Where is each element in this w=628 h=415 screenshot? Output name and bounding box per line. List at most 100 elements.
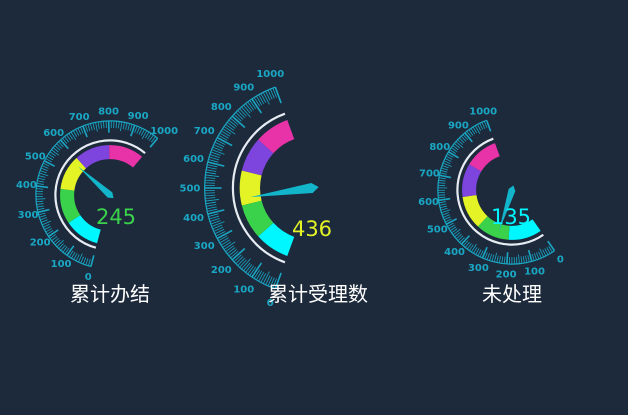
minor-tick <box>487 253 489 260</box>
minor-tick <box>256 96 261 105</box>
minor-tick <box>494 253 496 262</box>
minor-tick <box>261 94 266 103</box>
tick-label: 200 <box>211 265 232 276</box>
tick-label: 300 <box>18 210 39 221</box>
minor-tick <box>206 172 216 173</box>
gauge-band <box>250 173 252 203</box>
minor-tick <box>93 123 95 130</box>
major-tick <box>49 230 59 237</box>
minor-tick <box>441 208 448 210</box>
minor-tick <box>36 201 43 202</box>
tick-label: 900 <box>128 111 149 122</box>
minor-tick <box>263 92 269 104</box>
minor-tick <box>440 206 447 208</box>
tick-label: 400 <box>16 180 37 191</box>
minor-tick <box>238 258 245 265</box>
minor-tick <box>41 168 48 171</box>
minor-tick <box>41 220 48 223</box>
minor-tick <box>37 183 44 184</box>
gauge-value: 436 <box>292 217 332 241</box>
minor-tick <box>497 256 498 263</box>
minor-tick <box>221 240 230 245</box>
minor-tick <box>205 197 215 198</box>
minor-tick <box>37 206 44 207</box>
tick-label: 500 <box>25 152 46 163</box>
minor-tick <box>220 133 229 138</box>
tick-label: 100 <box>524 267 545 278</box>
tick-label: 500 <box>180 184 201 195</box>
tick-label: 600 <box>183 154 204 165</box>
minor-tick <box>101 121 102 128</box>
gauge-center: 01002003004005006007008009001000436累计受理数 <box>180 69 368 309</box>
minor-tick <box>438 183 445 184</box>
minor-tick <box>226 246 234 252</box>
minor-tick <box>229 249 237 255</box>
minor-tick <box>480 123 483 129</box>
major-tick <box>67 246 74 256</box>
minor-tick <box>261 273 266 282</box>
minor-tick <box>116 121 117 128</box>
minor-tick <box>36 199 45 200</box>
gauges-svg: 01002003004005006007008009001000245累计办结 … <box>0 0 628 411</box>
minor-tick <box>521 256 522 263</box>
minor-tick <box>444 217 450 220</box>
minor-tick <box>44 226 50 229</box>
minor-tick <box>207 167 217 169</box>
tick-label: 600 <box>43 128 64 139</box>
minor-tick <box>90 124 92 131</box>
minor-tick <box>439 202 446 203</box>
minor-tick <box>223 242 231 248</box>
dashboard-stage: 01002003004005006007008009001000245累计办结 … <box>0 0 628 411</box>
tick-label: 400 <box>444 247 465 258</box>
minor-tick <box>259 95 264 104</box>
minor-tick <box>86 258 88 265</box>
minor-tick <box>539 252 542 258</box>
minor-tick <box>83 258 86 265</box>
minor-tick <box>499 256 500 263</box>
minor-tick <box>246 104 252 112</box>
minor-tick <box>438 195 445 196</box>
minor-tick <box>523 256 524 263</box>
minor-tick <box>36 189 43 190</box>
major-tick <box>44 161 54 166</box>
tick-label: 800 <box>98 106 119 117</box>
major-tick <box>507 252 508 264</box>
minor-tick <box>85 125 87 132</box>
minor-tick <box>240 260 247 268</box>
minor-tick <box>40 218 47 220</box>
tick-label: 800 <box>429 142 450 153</box>
minor-tick <box>88 259 90 266</box>
minor-tick <box>528 255 530 262</box>
minor-tick <box>259 272 264 281</box>
minor-tick <box>236 112 243 119</box>
tick-label: 300 <box>194 241 215 252</box>
minor-tick <box>135 126 138 133</box>
tick-label: 1000 <box>469 106 497 117</box>
minor-tick <box>482 122 485 128</box>
minor-tick <box>76 129 79 135</box>
gauge-band <box>475 150 497 168</box>
major-tick <box>482 247 487 258</box>
tick-label: 1000 <box>150 126 178 137</box>
minor-tick <box>227 122 235 128</box>
minor-tick <box>256 271 261 280</box>
minor-tick <box>220 238 229 243</box>
tick-label: 100 <box>233 285 254 296</box>
gauge-band <box>252 203 266 230</box>
minor-tick <box>221 131 230 136</box>
minor-tick <box>229 120 237 126</box>
gauge-pointer <box>251 183 319 197</box>
minor-tick <box>444 161 450 164</box>
minor-tick <box>206 170 216 172</box>
minor-tick <box>442 166 449 168</box>
minor-tick <box>78 128 81 134</box>
minor-tick <box>207 165 217 167</box>
minor-tick <box>103 121 104 128</box>
major-tick <box>439 199 451 201</box>
minor-tick <box>40 171 47 173</box>
major-tick <box>548 241 555 251</box>
minor-tick <box>453 229 460 235</box>
minor-tick <box>43 224 49 227</box>
minor-tick <box>536 252 539 259</box>
minor-tick <box>443 215 450 218</box>
